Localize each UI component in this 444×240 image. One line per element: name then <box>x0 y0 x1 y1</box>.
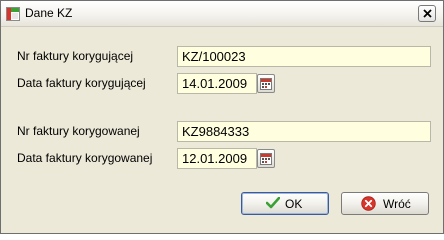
corrected-invoice-date-field[interactable]: 12.01.2009 <box>177 148 257 169</box>
dialog-content: Nr faktury korygującej KZ/100023 Data fa… <box>1 27 443 233</box>
cancel-icon <box>361 196 376 214</box>
ok-button-label: OK <box>285 197 303 211</box>
corrected-invoice-date-label: Data faktury korygowanej <box>17 151 153 165</box>
calendar-icon <box>260 153 272 165</box>
checkmark-icon <box>265 196 281 212</box>
back-button[interactable]: Wróć <box>341 192 429 215</box>
corrected-invoice-number-field[interactable]: KZ9884333 <box>177 121 431 142</box>
calendar-icon <box>260 78 272 90</box>
close-icon <box>423 9 432 18</box>
corrected-date-calendar-button[interactable] <box>257 149 275 168</box>
close-button[interactable] <box>418 5 436 22</box>
back-button-label: Wróć <box>383 197 411 211</box>
app-icon <box>6 7 20 21</box>
correcting-invoice-date-label: Data faktury korygującej <box>17 76 146 90</box>
correcting-invoice-number-field[interactable]: KZ/100023 <box>177 46 431 67</box>
correcting-date-calendar-button[interactable] <box>257 74 275 93</box>
dialog-window: Dane KZ Nr faktury korygującej KZ/100023… <box>0 0 444 234</box>
title-bar[interactable]: Dane KZ <box>1 1 443 27</box>
window-title: Dane KZ <box>25 6 73 20</box>
corrected-invoice-number-label: Nr faktury korygowanej <box>17 124 140 138</box>
correcting-invoice-number-label: Nr faktury korygującej <box>17 49 134 63</box>
ok-button[interactable]: OK <box>241 192 329 215</box>
correcting-invoice-date-field[interactable]: 14.01.2009 <box>177 73 257 94</box>
